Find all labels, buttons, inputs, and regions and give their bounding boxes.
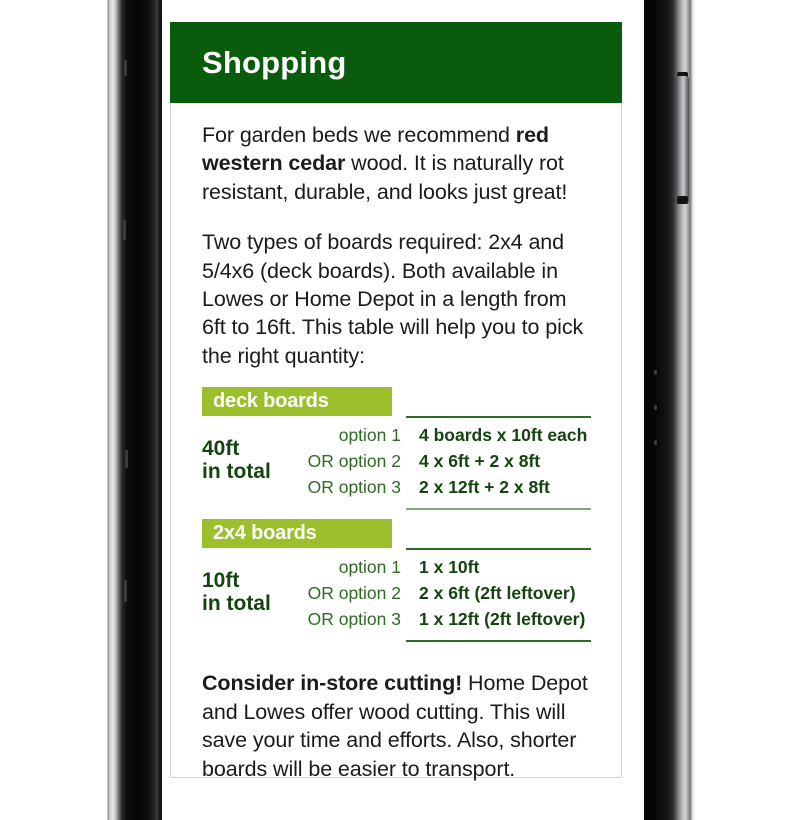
paragraph-boards: Two types of boards required: 2x4 and 5/… [202, 230, 584, 368]
option-value: 4 x 6ft + 2 x 8ft [419, 451, 541, 472]
paragraph-intro: For garden beds we recommend red western… [202, 121, 591, 206]
bezel-speckle [654, 370, 657, 375]
screenshot-stage: Shopping For garden beds we recommend re… [0, 0, 800, 820]
option-value: 2 x 6ft (2ft leftover) [419, 583, 576, 604]
power-button[interactable] [675, 76, 689, 204]
table-label-row: 2x4 boards [202, 519, 591, 551]
bezel-speckle [123, 220, 126, 240]
total-caption: in total [202, 460, 271, 484]
table-deck-boards: deck boards 40ft in total option 1 OR op… [202, 387, 591, 512]
option-label: OR option 2 [307, 583, 401, 604]
table-footer-rule-row [202, 502, 591, 512]
bezel-speckle [654, 440, 657, 445]
table-value-column: 4 boards x 10ft each 4 x 6ft + 2 x 8ft 2… [410, 422, 591, 500]
table-label-row: deck boards [202, 387, 591, 418]
total-amount: 40ft [202, 436, 240, 460]
app-content-card: Shopping For garden beds we recommend re… [170, 22, 622, 781]
total-caption: in total [202, 592, 271, 616]
phone-right-bezel [644, 0, 696, 820]
table-option-column: option 1 OR option 2 OR option 3 [306, 554, 410, 632]
table-bottom-rule [406, 640, 591, 643]
table-top-rule [406, 548, 591, 551]
table-footer-rule-row [202, 634, 591, 644]
power-button-notch-bottom [677, 196, 688, 204]
option-label: OR option 3 [307, 477, 401, 498]
bezel-speckle [124, 60, 127, 76]
page-title: Shopping [202, 44, 347, 80]
option-value: 1 x 12ft (2ft leftover) [419, 609, 586, 630]
option-label: option 1 [338, 557, 401, 578]
table-value-column: 1 x 10ft 2 x 6ft (2ft leftover) 1 x 12ft… [410, 554, 591, 632]
total-amount: 10ft [202, 568, 240, 592]
table-2x4-boards: 2x4 boards 10ft in total option 1 OR opt… [202, 519, 591, 644]
bezel-speckle [125, 450, 128, 468]
article-body: For garden beds we recommend red western… [171, 121, 621, 783]
option-value: 1 x 10ft [419, 557, 480, 578]
option-label: OR option 3 [307, 609, 401, 630]
table-top-rule [406, 416, 591, 418]
option-label: OR option 2 [307, 451, 401, 472]
table-bottom-rule [406, 508, 591, 511]
option-label: option 1 [338, 425, 401, 445]
phone-left-bezel [104, 0, 162, 820]
table-option-column: option 1 OR option 2 OR option 3 [306, 422, 410, 500]
paragraph-cutting: Consider in-store cutting! Home Depot an… [202, 669, 591, 783]
bezel-speckle [124, 580, 127, 602]
intro-lead-text: For garden beds we recommend [202, 123, 516, 147]
page-header: Shopping [170, 22, 622, 103]
table-total-cell: 10ft in total [202, 569, 306, 618]
option-value: 4 boards x 10ft each [419, 425, 588, 445]
table-label: deck boards [202, 387, 392, 416]
phone-screen-edge-left [160, 0, 162, 820]
table-rows: 10ft in total option 1 OR option 2 OR op… [202, 554, 591, 632]
table-rows: 40ft in total option 1 OR option 2 OR op… [202, 422, 591, 500]
cutting-bold-text: Consider in-store cutting! [202, 671, 463, 696]
option-value: 2 x 12ft + 2 x 8ft [419, 477, 550, 498]
table-total-cell: 40ft in total [202, 437, 306, 486]
bezel-speckle [654, 405, 657, 410]
table-label: 2x4 boards [202, 519, 392, 549]
